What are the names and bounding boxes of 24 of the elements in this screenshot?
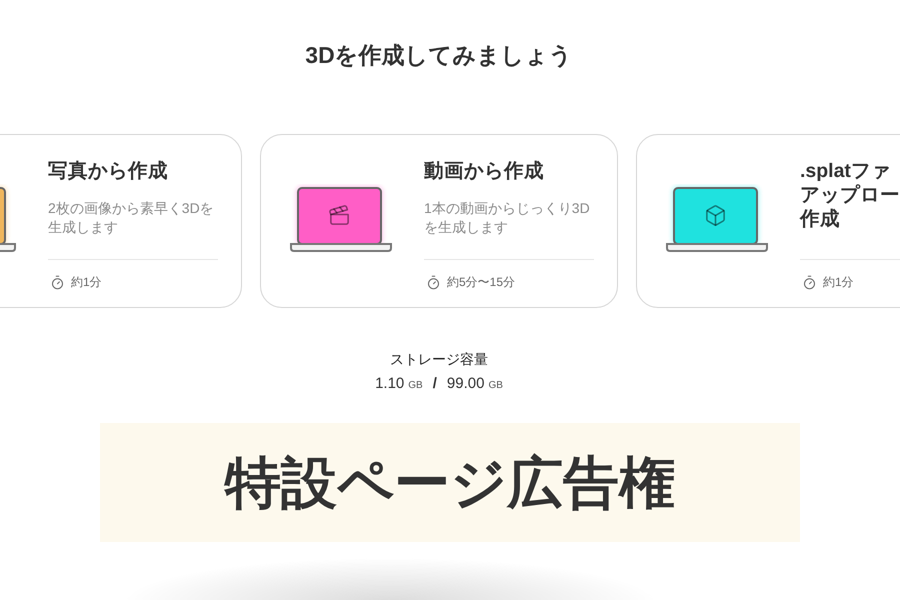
card-description: 2枚の画像から素早く3Dを生成します — [48, 199, 215, 237]
storage-separator: / — [432, 374, 437, 394]
create-option-card[interactable]: .splatファ アップロー 作成 約1分 — [636, 134, 900, 308]
duration-text: 約5分〜15分 — [447, 274, 516, 290]
timer-icon — [50, 274, 65, 290]
timer-icon — [426, 274, 441, 290]
storage-label: ストレージ容量 — [390, 350, 488, 368]
card-title: 写真から作成 — [48, 159, 169, 183]
storage-unit: GB — [488, 379, 503, 393]
card-description: 1本の動画からじっくり3Dを生成します — [424, 199, 591, 237]
card-title: 動画から作成 — [424, 159, 545, 183]
cube-icon — [706, 206, 724, 226]
create-option-card[interactable]: 写真から作成 2枚の画像から素早く3Dを生成します 約1分 — [0, 134, 242, 308]
create-option-card[interactable]: 動画から作成 1本の動画からじっくり3Dを生成します 約5分〜15分 — [260, 134, 618, 308]
duration-text: 約1分 — [71, 274, 102, 290]
storage-total: 99.00 — [446, 374, 484, 394]
duration-text: 約1分 — [823, 274, 854, 290]
storage-used: 1.10 — [375, 374, 404, 394]
timer-icon — [802, 274, 817, 290]
clapperboard-icon — [330, 206, 348, 224]
card-title: .splatファ アップロー 作成 — [800, 159, 900, 231]
page-heading: 3Dを作成してみましょう — [305, 42, 573, 68]
ad-banner-text: 特設ページ広告権 — [225, 450, 675, 516]
storage-unit: GB — [408, 379, 423, 393]
